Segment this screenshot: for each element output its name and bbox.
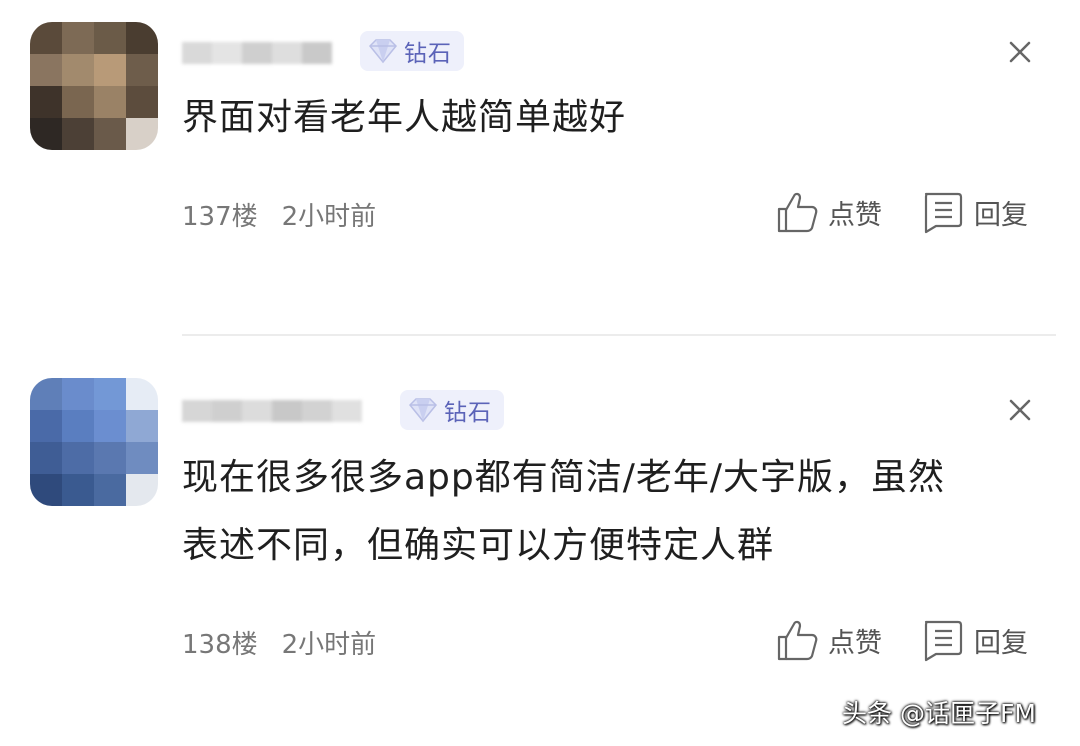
comment-icon (924, 620, 963, 662)
floor-number: 138楼 (182, 630, 258, 660)
reply-button[interactable]: 回复 (920, 618, 1028, 662)
comment-meta: 137楼 2小时前 (182, 196, 376, 233)
close-icon[interactable] (1004, 394, 1036, 426)
like-label: 点赞 (828, 627, 882, 659)
thumbs-up-icon (777, 620, 818, 661)
reply-label: 回复 (974, 627, 1028, 659)
level-badge: 钻石 (400, 390, 504, 430)
comment-icon (924, 192, 963, 234)
thumbs-up-icon (777, 192, 818, 233)
comment-text: 界面对看老年人越简单越好 (182, 97, 627, 138)
like-button[interactable]: 点赞 (776, 618, 882, 662)
timestamp: 2小时前 (281, 202, 377, 232)
comment-divider (182, 334, 1056, 336)
timestamp: 2小时前 (281, 630, 377, 660)
username-blurred[interactable] (182, 34, 332, 70)
reply-button[interactable]: 回复 (920, 190, 1028, 234)
level-badge: 钻石 (360, 31, 464, 71)
reply-label: 回复 (974, 199, 1028, 231)
username-blurred[interactable] (182, 392, 362, 428)
floor-number: 137楼 (182, 202, 258, 232)
like-label: 点赞 (828, 199, 882, 231)
close-icon[interactable] (1004, 36, 1036, 68)
badge-label: 钻石 (404, 41, 452, 67)
badge-label: 钻石 (444, 400, 492, 426)
comment-text: 现在很多很多app都有简洁/老年/大字版，虽然 表述不同，但确实可以方便特定人群 (182, 457, 946, 566)
diamond-icon (368, 39, 398, 64)
diamond-icon (408, 398, 438, 423)
avatar[interactable] (30, 378, 158, 506)
like-button[interactable]: 点赞 (776, 190, 882, 234)
comment-meta: 138楼 2小时前 (182, 624, 376, 661)
watermark: 头条 @话匣子FM (842, 699, 1036, 728)
avatar[interactable] (30, 22, 158, 150)
